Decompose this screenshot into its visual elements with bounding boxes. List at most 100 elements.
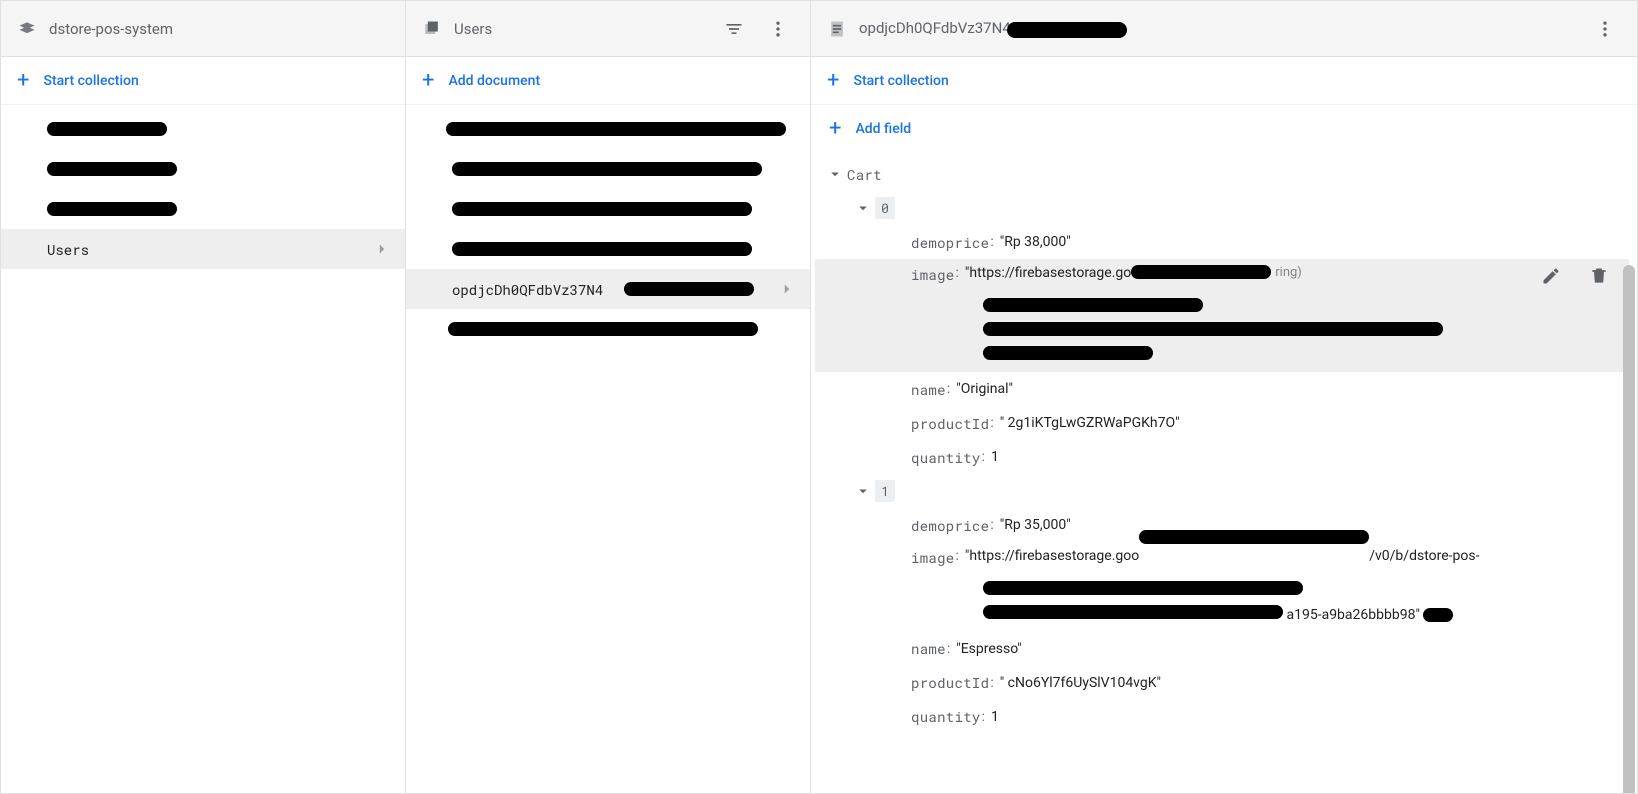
field-value: Original bbox=[956, 381, 1013, 397]
document-icon bbox=[827, 19, 847, 39]
field-image-0-continuation bbox=[815, 293, 1629, 372]
field-cart[interactable]: Cart bbox=[815, 157, 1629, 191]
redaction bbox=[47, 162, 177, 176]
field-demoprice-0[interactable]: demoprice: Rp 38,000 bbox=[815, 225, 1629, 259]
start-collection-root-button[interactable]: + Start collection bbox=[1, 57, 405, 105]
expand-arrow-icon[interactable] bbox=[851, 479, 875, 503]
redaction bbox=[1139, 530, 1369, 544]
redaction bbox=[446, 122, 786, 136]
column-root: dstore-pos-system + Start collection Use… bbox=[0, 1, 405, 793]
chevron-right-icon bbox=[373, 240, 391, 258]
field-productid-1[interactable]: productId: cNo6Yl7f6UySlV104vgK bbox=[815, 666, 1629, 700]
home-icon bbox=[17, 19, 37, 39]
redaction bbox=[1131, 265, 1271, 279]
field-quantity-1[interactable]: quantity: 1 bbox=[815, 700, 1629, 734]
root-project-title: dstore-pos-system bbox=[49, 20, 389, 38]
start-subcollection-label: Start collection bbox=[853, 73, 948, 89]
array-index-chip: 1 bbox=[875, 480, 895, 502]
redaction bbox=[452, 162, 762, 176]
redaction bbox=[47, 202, 177, 216]
field-key: image bbox=[911, 548, 955, 567]
field-key: name bbox=[911, 639, 946, 658]
column-documents-header: Users bbox=[406, 1, 810, 57]
collection-icon bbox=[422, 19, 442, 39]
document-item[interactable] bbox=[406, 189, 810, 229]
redaction bbox=[983, 346, 1153, 360]
redaction bbox=[983, 322, 1443, 336]
document-item[interactable] bbox=[406, 109, 810, 149]
redaction bbox=[983, 298, 1203, 312]
scrollbar-thumb[interactable] bbox=[1623, 265, 1635, 793]
field-image-0[interactable]: image: "https://firebasestorage.go ring) bbox=[815, 259, 1629, 293]
chevron-right-icon bbox=[778, 280, 796, 298]
field-key: demoprice bbox=[911, 233, 989, 252]
field-key: quantity bbox=[911, 448, 981, 467]
field-tree: Cart 0 demoprice: Rp 38,000 image: "http… bbox=[811, 153, 1637, 754]
plus-icon: + bbox=[829, 118, 841, 140]
array-item-0[interactable]: 0 bbox=[815, 191, 1629, 225]
documents-collection-title: Users bbox=[454, 20, 706, 38]
document-item-selected[interactable]: opdjcDh0QFdbVz37N4 bbox=[406, 269, 810, 309]
collection-item[interactable] bbox=[1, 109, 405, 149]
field-key: quantity bbox=[911, 707, 981, 726]
field-value-suffix: /v0/b/dstore-pos- bbox=[1369, 548, 1479, 564]
firestore-data-viewer: dstore-pos-system + Start collection Use… bbox=[0, 0, 1638, 794]
redaction bbox=[47, 122, 167, 136]
field-key: demoprice bbox=[911, 516, 989, 535]
plus-icon: + bbox=[17, 70, 29, 92]
collection-item-users[interactable]: Users bbox=[1, 229, 405, 269]
field-key: productId bbox=[911, 414, 989, 433]
redaction bbox=[448, 322, 758, 336]
document-fields-panel: + Add field Cart 0 bbox=[811, 105, 1637, 793]
field-value: Rp 38,000 bbox=[1000, 234, 1071, 250]
edit-icon[interactable] bbox=[1535, 260, 1567, 292]
field-productid-0[interactable]: productId: 2g1iKTgLwGZRWaPGKh7O bbox=[815, 406, 1629, 440]
root-collections-list: Users bbox=[1, 105, 405, 793]
field-name-0[interactable]: name: Original bbox=[815, 372, 1629, 406]
more-vert-icon[interactable] bbox=[762, 13, 794, 45]
field-row-actions bbox=[1535, 259, 1615, 293]
field-type-hint: ring) bbox=[1275, 265, 1302, 280]
more-vert-icon[interactable] bbox=[1589, 13, 1621, 45]
start-subcollection-button[interactable]: + Start collection bbox=[811, 57, 1637, 105]
redaction bbox=[983, 605, 1283, 619]
document-item[interactable] bbox=[406, 149, 810, 189]
add-field-label: Add field bbox=[855, 121, 911, 137]
array-index-chip: 0 bbox=[875, 197, 895, 219]
add-document-button[interactable]: + Add document bbox=[406, 57, 810, 105]
field-key: name bbox=[911, 380, 946, 399]
document-item[interactable] bbox=[406, 309, 810, 349]
column-document-header: opdjcDh0QFdbVz37N4 bbox=[811, 1, 1637, 57]
collection-item-label: Users bbox=[47, 240, 373, 259]
expand-arrow-icon[interactable] bbox=[851, 196, 875, 220]
field-key: image bbox=[911, 265, 955, 284]
redaction bbox=[624, 282, 754, 296]
field-value: "https://firebasestorage.goo bbox=[965, 548, 1139, 564]
delete-icon[interactable] bbox=[1583, 260, 1615, 292]
field-image-1[interactable]: image: "https://firebasestorage.goo /v0/… bbox=[815, 542, 1629, 576]
field-value: "https://firebasestorage.go bbox=[965, 265, 1131, 281]
filter-list-icon[interactable] bbox=[718, 13, 750, 45]
redaction bbox=[1423, 608, 1453, 622]
document-id-prefix: opdjcDh0QFdbVz37N4 bbox=[859, 19, 1011, 37]
field-value: cNo6Yl7f6UySlV104vgK bbox=[1000, 675, 1161, 691]
field-value: 2g1iKTgLwGZRWaPGKh7O bbox=[1000, 415, 1180, 431]
collection-item[interactable] bbox=[1, 189, 405, 229]
add-field-button[interactable]: + Add field bbox=[811, 105, 1637, 153]
redaction bbox=[452, 242, 752, 256]
field-value: 1 bbox=[991, 449, 999, 465]
expand-arrow-icon[interactable] bbox=[823, 162, 847, 186]
document-item[interactable] bbox=[406, 229, 810, 269]
field-value: Rp 35,000 bbox=[1000, 517, 1071, 533]
documents-list: opdjcDh0QFdbVz37N4 bbox=[406, 105, 810, 793]
array-item-1[interactable]: 1 bbox=[815, 474, 1629, 508]
column-documents: Users + Add document bbox=[405, 1, 810, 793]
scrollbar[interactable] bbox=[1623, 265, 1635, 793]
collection-item[interactable] bbox=[1, 149, 405, 189]
field-quantity-0[interactable]: quantity: 1 bbox=[815, 440, 1629, 474]
plus-icon: + bbox=[422, 70, 434, 92]
field-name-1[interactable]: name: Espresso bbox=[815, 632, 1629, 666]
start-collection-root-label: Start collection bbox=[43, 73, 138, 89]
field-value-tail: a195-a9ba26bbbb98" bbox=[1286, 607, 1419, 623]
field-image-1-continuation: a195-a9ba26bbbb98" bbox=[815, 576, 1629, 632]
